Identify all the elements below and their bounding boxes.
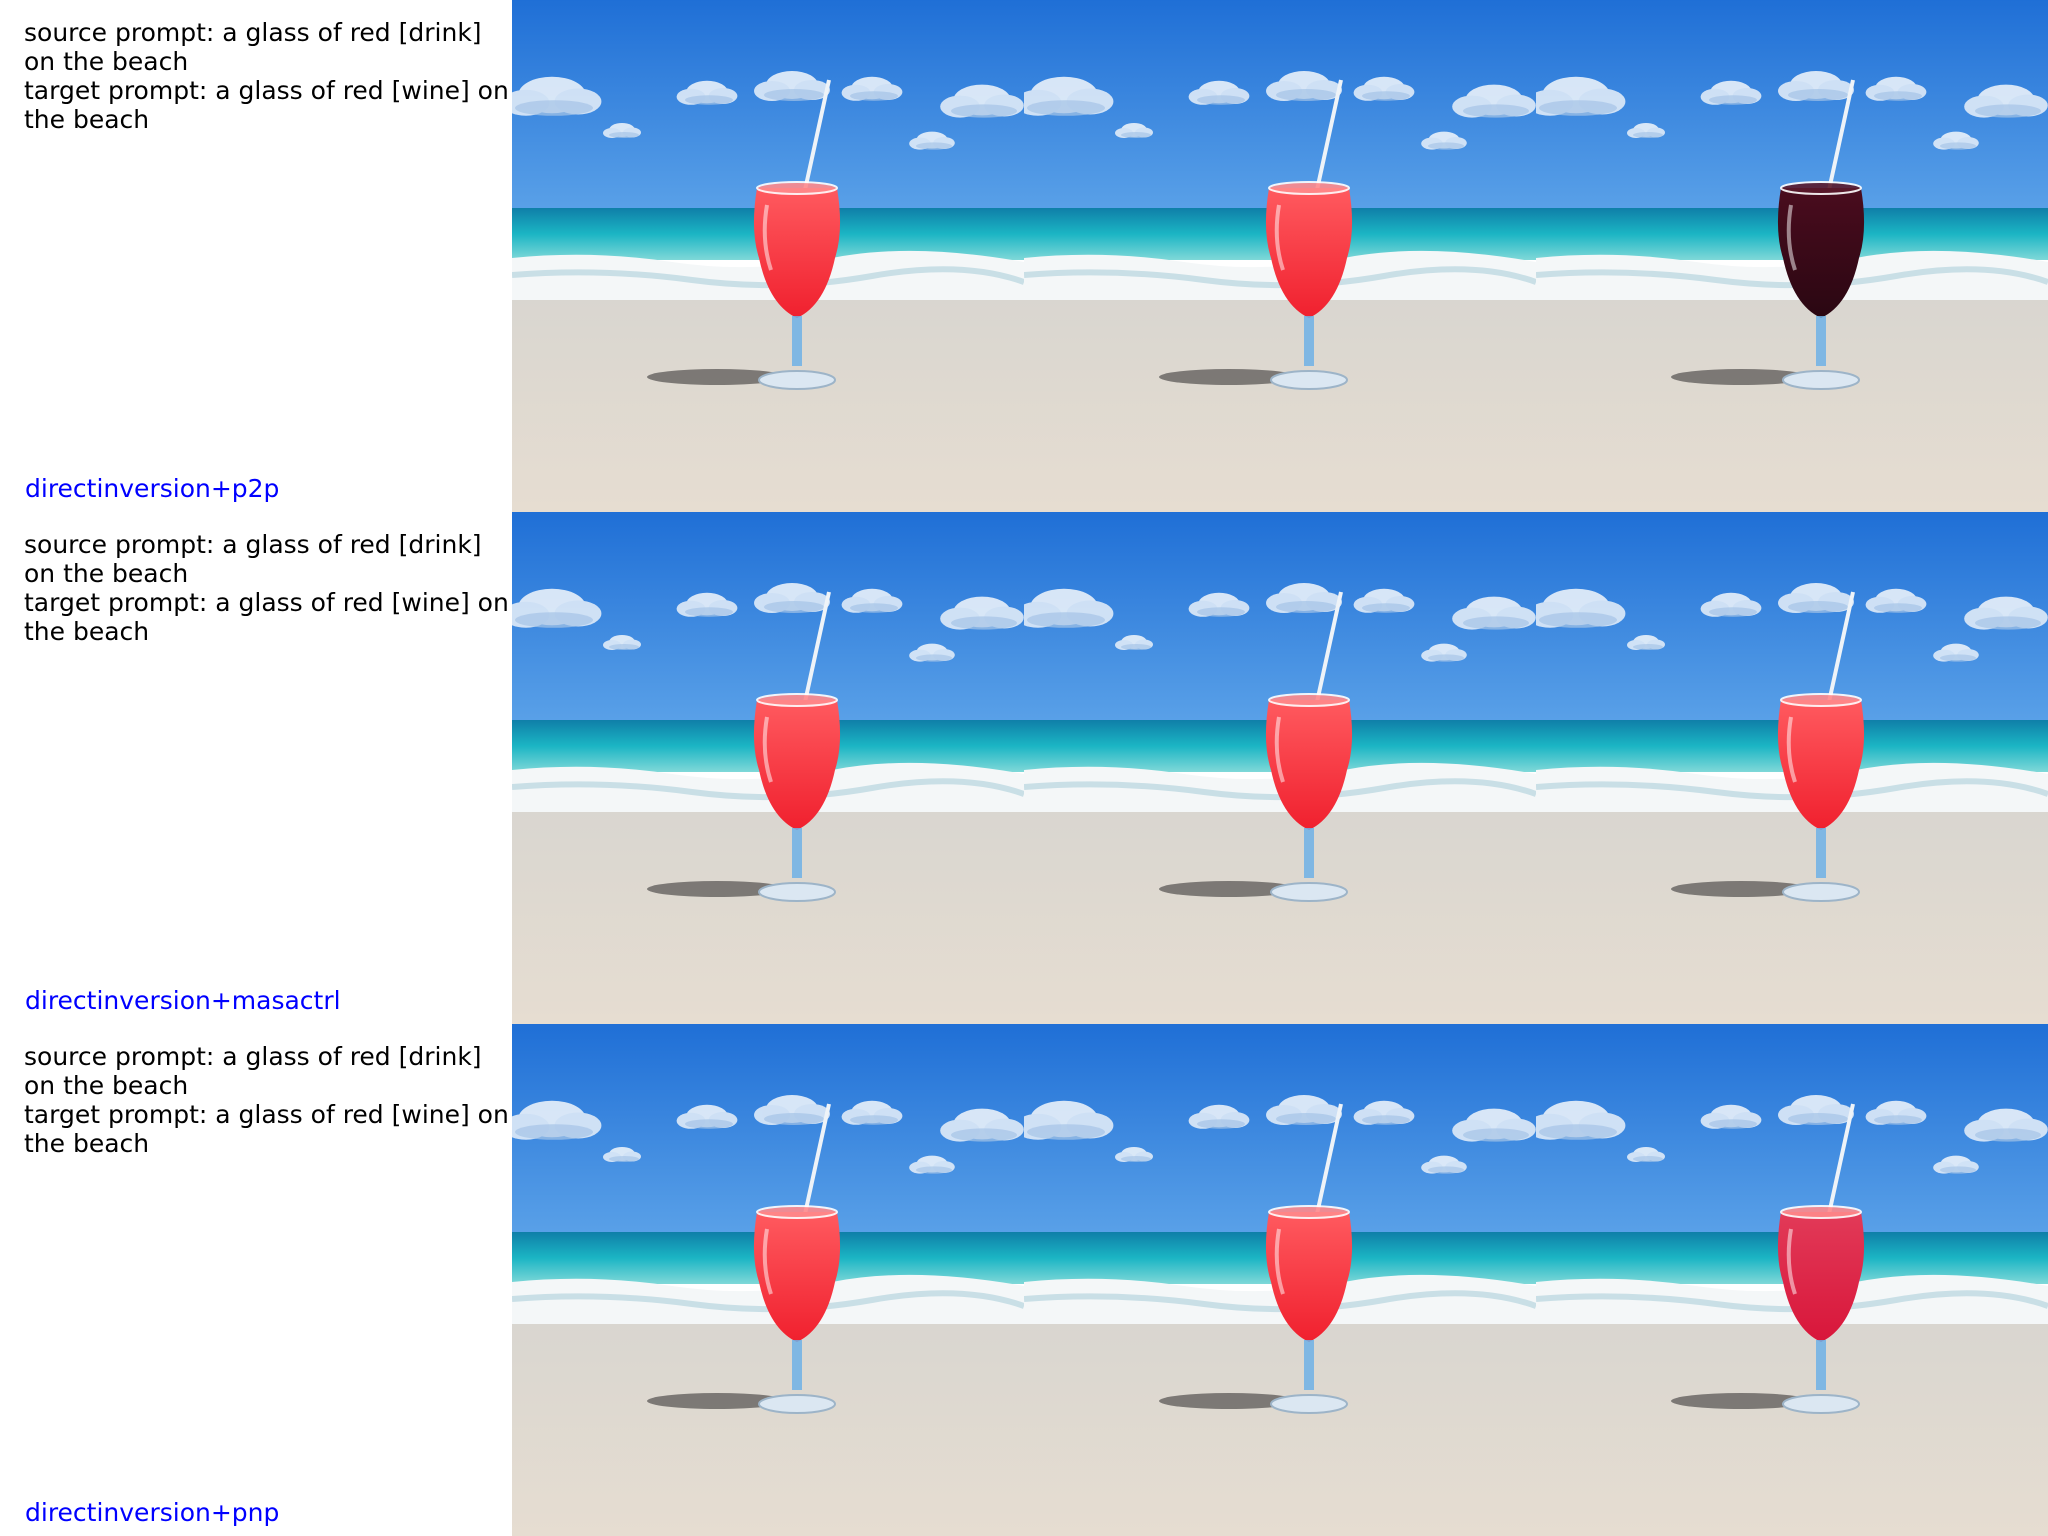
prompt-line: on the beach [24,559,189,588]
sand [1024,812,1536,1024]
prompt-line: target prompt: a glass of red [wine] on [24,76,509,105]
sand [1024,1324,1536,1536]
prompt-text: source prompt: a glass of red [drink] on… [24,530,512,646]
sand [1024,300,1536,512]
beach-scene [512,512,1024,1024]
beach-drink-image-edited [1536,0,2048,512]
glass-stem [1304,828,1314,878]
beach-scene [512,1024,1024,1536]
label-cell: source prompt: a glass of red [drink] on… [0,0,512,512]
sand [1536,300,2048,512]
glass-base [1270,1394,1348,1414]
beach-drink-image-source [512,0,1024,512]
prompt-line: on the beach [24,47,189,76]
sand [1536,812,2048,1024]
glass-base [1782,370,1860,390]
prompt-line: target prompt: a glass of red [wine] on [24,588,509,617]
prompt-line: on the beach [24,1071,189,1100]
glass-base [1270,882,1348,902]
beach-scene [512,0,1024,512]
prompt-text: source prompt: a glass of red [drink] on… [24,1042,512,1158]
glass-base [1270,370,1348,390]
glass-stem [792,1340,802,1390]
beach-drink-image-reconstruction [1024,512,1536,1024]
prompt-line: source prompt: a glass of red [drink] [24,18,482,47]
beach-drink-image-source [512,512,1024,1024]
sand [1536,1324,2048,1536]
prompt-text: source prompt: a glass of red [drink] on… [24,18,512,134]
beach-scene [1536,1024,2048,1536]
beach-drink-image-edited [1536,512,2048,1024]
beach-scene [1536,512,2048,1024]
beach-scene [1536,0,2048,512]
glass-stem [792,316,802,366]
beach-scene [1024,1024,1536,1536]
prompt-line: the beach [24,617,150,646]
glass-stem [792,828,802,878]
label-cell: source prompt: a glass of red [drink] on… [0,512,512,1024]
beach-drink-image-source [512,1024,1024,1536]
glass-stem [1816,316,1826,366]
prompt-line: the beach [24,1129,150,1158]
row-p2p: source prompt: a glass of red [drink] on… [0,0,2048,512]
prompt-line: the beach [24,105,150,134]
beach-drink-image-reconstruction [1024,0,1536,512]
prompt-line: source prompt: a glass of red [drink] [24,530,482,559]
glass-base [758,370,836,390]
glass-stem [1816,828,1826,878]
beach-scene [1024,0,1536,512]
glass-base [1782,1394,1860,1414]
sand [512,1324,1024,1536]
glass-stem [1816,1340,1826,1390]
sand [512,812,1024,1024]
beach-drink-image-reconstruction [1024,1024,1536,1536]
glass-stem [1304,1340,1314,1390]
method-label: directinversion+masactrl [25,986,341,1015]
glass-base [758,882,836,902]
row-masactrl: source prompt: a glass of red [drink] on… [0,512,2048,1024]
method-label: directinversion+p2p [25,474,280,503]
method-label: directinversion+pnp [25,1498,280,1527]
sand [512,300,1024,512]
prompt-line: target prompt: a glass of red [wine] on [24,1100,509,1129]
prompt-line: source prompt: a glass of red [drink] [24,1042,482,1071]
beach-drink-image-edited [1536,1024,2048,1536]
comparison-grid: source prompt: a glass of red [drink] on… [0,0,2048,1536]
beach-scene [1024,512,1536,1024]
glass-stem [1304,316,1314,366]
glass-base [758,1394,836,1414]
row-pnp: source prompt: a glass of red [drink] on… [0,1024,2048,1536]
label-cell: source prompt: a glass of red [drink] on… [0,1024,512,1536]
glass-base [1782,882,1860,902]
